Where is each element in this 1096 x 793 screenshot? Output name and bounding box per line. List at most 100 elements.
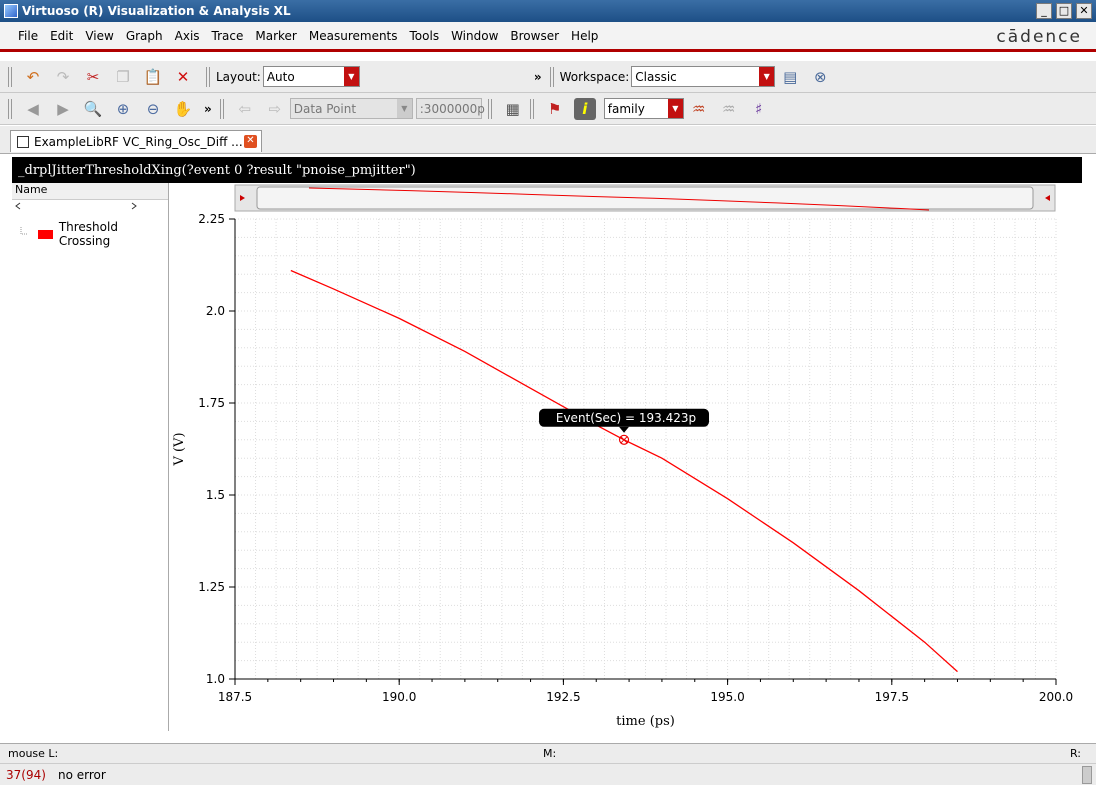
marker-prev-icon[interactable]: ⇦ (234, 98, 256, 120)
marker-label-pointer (619, 426, 630, 433)
toolbar-grip[interactable] (206, 66, 210, 87)
toolbar-grip[interactable] (487, 98, 492, 119)
mouse-bar: mouse L: M: R: (0, 743, 1096, 763)
x-tick-label: 187.5 (218, 690, 252, 704)
zoom-in-icon[interactable]: ⊕ (112, 98, 134, 120)
menu-help[interactable]: Help (571, 29, 598, 43)
forward-icon[interactable]: ▶ (52, 98, 74, 120)
layout-label: Layout: (216, 69, 261, 84)
graph-icon (17, 135, 29, 148)
menu-view[interactable]: View (85, 29, 113, 43)
tree-connector-icon (20, 227, 28, 235)
menu-axis[interactable]: Axis (175, 29, 200, 43)
zoom-fit-icon[interactable]: 🔍 (82, 98, 104, 120)
workspace-delete-icon[interactable]: ⊗ (809, 66, 831, 88)
workspace-value: Classic (635, 69, 677, 84)
legend-item[interactable]: Threshold Crossing (20, 220, 168, 248)
chevron-down-icon[interactable]: ▼ (343, 67, 359, 86)
y-tick-label: 2.25 (198, 212, 225, 226)
mouse-right-label: R: (1070, 747, 1082, 760)
calculator-icon[interactable]: ▦ (502, 98, 524, 120)
marker-value-field[interactable]: :3000000p (415, 98, 485, 119)
family-split-icon[interactable]: ♯ (748, 98, 770, 120)
chevron-down-icon[interactable]: ▼ (667, 99, 683, 118)
marker-type-value: Data Point (293, 101, 357, 116)
menu-graph[interactable]: Graph (126, 29, 163, 43)
y-tick-label: 2.0 (206, 304, 225, 318)
toolbar-grip[interactable] (8, 66, 12, 87)
menu-browser[interactable]: Browser (510, 29, 559, 43)
delete-icon[interactable]: ✕ (172, 66, 194, 88)
y-tick-label: 1.5 (206, 488, 225, 502)
menu-trace[interactable]: Trace (212, 29, 244, 43)
marker-value: :3000000p (419, 101, 485, 116)
chevron-down-icon[interactable]: ▼ (759, 67, 775, 86)
maximize-button[interactable]: □ (1056, 3, 1072, 19)
menu-edit[interactable]: Edit (50, 29, 73, 43)
close-button[interactable]: ✕ (1076, 3, 1092, 19)
zoom-out-icon[interactable]: ⊖ (142, 98, 164, 120)
mouse-mid-label: M: (543, 747, 557, 760)
flag-icon[interactable]: ⚑ (544, 98, 566, 120)
copy-icon[interactable]: ❐ (112, 66, 134, 88)
workspace-save-icon[interactable]: ▤ (779, 66, 801, 88)
close-icon[interactable]: ✕ (244, 135, 257, 148)
status-scroll-handle[interactable] (1082, 766, 1092, 784)
y-tick-label: 1.75 (198, 396, 225, 410)
y-tick-label: 1.0 (206, 672, 225, 686)
legend-scrollbar[interactable] (12, 200, 168, 212)
redo-icon[interactable]: ↷ (52, 66, 74, 88)
status-bar: 37(94) no error (0, 763, 1096, 785)
plot-area[interactable]: 187.5 190.0 192.5 195.0 197.5 200.0 1.0 1.25 1.5… (169, 183, 1082, 731)
graph-toolbar: ◀ ▶ 🔍 ⊕ ⊖ ✋ » ⇦ ⇨ Data Point ▼ :3000000p… (0, 93, 1096, 125)
toolbar-grip[interactable] (529, 98, 534, 119)
family-color-icon[interactable]: ♒ (688, 98, 710, 120)
tab-graph-window[interactable]: ExampleLibRF VC_Ring_Osc_Diff ... ✕ (10, 130, 262, 152)
info-icon[interactable]: i (573, 97, 596, 120)
window-title: Virtuoso (R) Visualization & Analysis XL (22, 4, 291, 18)
family-gray-icon[interactable]: ♒ (718, 98, 740, 120)
pan-icon[interactable]: ✋ (172, 98, 194, 120)
marker-next-icon[interactable]: ⇨ (264, 98, 286, 120)
tab-label: ExampleLibRF VC_Ring_Osc_Diff ... (34, 134, 243, 149)
undo-icon[interactable]: ↶ (22, 66, 44, 88)
marker-label: Event(Sec) = 193.423p (556, 411, 696, 425)
legend-item-label: Threshold Crossing (58, 220, 118, 248)
menu-marker[interactable]: Marker (255, 29, 296, 43)
menu-window[interactable]: Window (451, 29, 498, 43)
marker-type-select[interactable]: Data Point ▼ (289, 98, 413, 119)
legend-swatch (37, 229, 53, 239)
layout-select[interactable]: Auto ▼ (262, 66, 360, 87)
legend-panel: Name Threshold Crossing (12, 183, 169, 731)
expression-header: _drplJitterThresholdXing(?event 0 ?resul… (12, 157, 1082, 183)
x-tick-label: 200.0 (1039, 690, 1073, 704)
workspace-label: Workspace: (559, 69, 630, 84)
chevron-down-icon[interactable]: ▼ (396, 99, 412, 118)
toolbar-grip[interactable] (8, 98, 12, 119)
paste-icon[interactable]: 📋 (142, 66, 164, 88)
x-tick-label: 195.0 (710, 690, 744, 704)
line-chart[interactable]: 187.5 190.0 192.5 195.0 197.5 200.0 1.0 1.25 1.5… (169, 183, 1082, 731)
toolbar-grip[interactable] (219, 98, 224, 119)
back-icon[interactable]: ◀ (22, 98, 44, 120)
window-titlebar: Virtuoso (R) Visualization & Analysis XL… (0, 0, 1096, 22)
legend-column-header[interactable]: Name (12, 183, 168, 200)
menu-measurements[interactable]: Measurements (309, 29, 398, 43)
menu-tools[interactable]: Tools (410, 29, 440, 43)
toolbar-overflow-chevron[interactable]: » (534, 70, 542, 84)
menu-bar: File Edit View Graph Axis Trace Marker M… (0, 22, 1096, 52)
x-axis-label: time (ps) (616, 714, 675, 729)
y-axis-label: V (V) (172, 432, 187, 466)
workspace-select[interactable]: Classic ▼ (631, 66, 776, 87)
y-tick-label: 1.25 (198, 580, 225, 594)
toolbar-grip[interactable] (549, 66, 554, 87)
status-message: no error (58, 768, 106, 782)
minimize-button[interactable]: _ (1036, 3, 1052, 19)
menu-file[interactable]: File (18, 29, 38, 43)
main-toolbar: ↶ ↷ ✂ ❐ 📋 ✕ Layout: Auto ▼ » Workspace: … (0, 61, 1096, 93)
toolbar-overflow-chevron[interactable]: » (204, 102, 212, 116)
family-select[interactable]: family ▼ (603, 98, 684, 119)
cut-icon[interactable]: ✂ (82, 66, 104, 88)
series-line-threshold-crossing (290, 269, 958, 673)
mouse-left-label: mouse L: (8, 747, 59, 760)
